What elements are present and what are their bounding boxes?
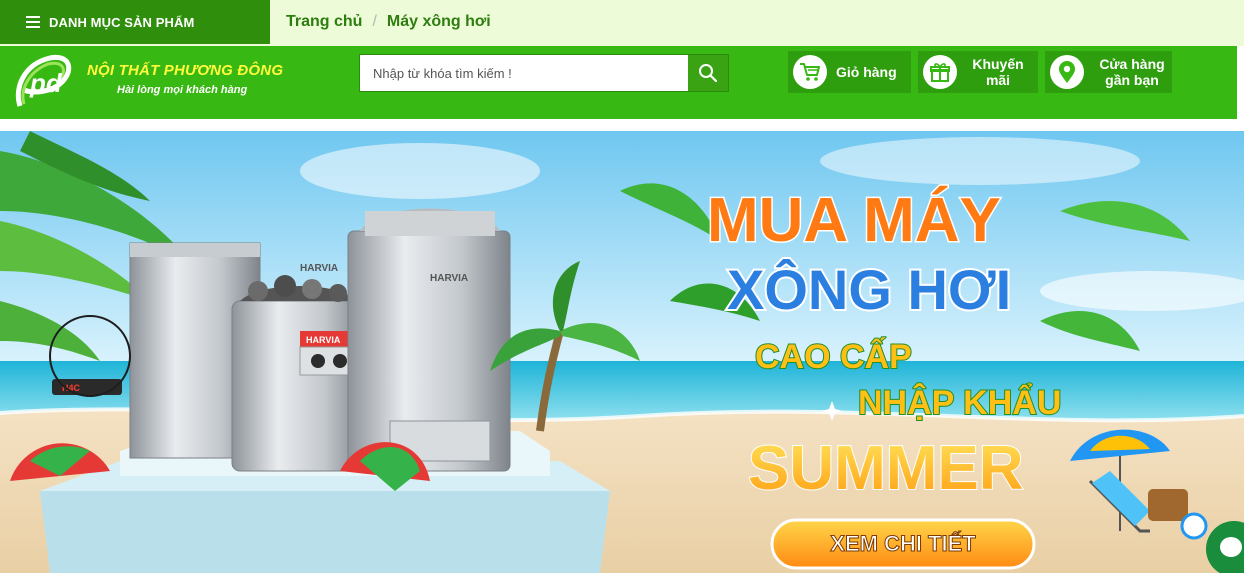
logo-letters: pd — [29, 68, 63, 98]
search-bar — [359, 54, 729, 92]
store-locator-label-line2: gần bạn — [1105, 72, 1159, 88]
promotion-label-line1: Khuyến — [972, 56, 1024, 72]
site-logo[interactable]: pd — [10, 50, 74, 114]
promo-banner[interactable]: H4C HARVIA HARVIA HARVIA MUA MÁY XÔNG HƠ… — [0, 131, 1244, 573]
view-details-button[interactable]: XEM CHI TIẾT — [770, 518, 1036, 570]
heater-brand-label-tall: HARVIA — [430, 273, 468, 284]
gift-icon — [923, 55, 957, 89]
store-locator-button[interactable]: Cửa hàng gần bạn — [1045, 51, 1172, 93]
location-pin-icon — [1050, 55, 1084, 89]
store-locator-label: Cửa hàng gần bạn — [1096, 56, 1168, 88]
search-icon — [699, 64, 718, 83]
brand-name: NỘI THẤT PHƯƠNG ĐÔNG — [87, 62, 284, 79]
breadcrumb-home-link[interactable]: Trang chủ — [286, 13, 362, 31]
category-menu-label: DANH MỤC SẢN PHẨM — [49, 14, 195, 30]
banner-headline-line1: MUA MÁY — [707, 186, 1001, 255]
top-strip: DANH MỤC SẢN PHẨM Trang chủ / Máy xông h… — [0, 0, 1244, 46]
breadcrumb-current: Máy xông hơi — [386, 13, 491, 30]
cart-button[interactable]: Giỏ hàng — [788, 51, 911, 93]
cart-icon — [793, 55, 827, 89]
breadcrumb: Trang chủ / Máy xông hơi — [286, 0, 491, 44]
heater-brand-label-left: HARVIA — [300, 263, 338, 274]
search-button[interactable] — [688, 55, 728, 91]
banner-headline-line3: CAO CẤP — [755, 338, 912, 376]
search-input[interactable] — [360, 55, 688, 91]
view-details-label: XEM CHI TIẾT — [830, 531, 976, 556]
promotion-label: Khuyến mãi — [967, 56, 1029, 88]
banner-artwork: H4C HARVIA HARVIA HARVIA MUA MÁY XÔNG HƠ… — [0, 131, 1244, 573]
breadcrumb-separator: / — [372, 13, 377, 30]
category-menu-button[interactable]: DANH MỤC SẢN PHẨM — [0, 0, 270, 44]
beach-ball — [1180, 512, 1208, 540]
store-locator-label-line1: Cửa hàng — [1099, 56, 1165, 72]
promotion-button[interactable]: Khuyến mãi — [918, 51, 1038, 93]
brand-slogan: Hài lòng mọi khách hàng — [117, 84, 248, 96]
menu-icon — [26, 16, 40, 28]
banner-headline-line4: NHẬP KHẨU — [858, 384, 1061, 422]
heater-brand-label-front: HARVIA — [306, 335, 341, 345]
cart-label: Giỏ hàng — [836, 64, 897, 80]
suitcase — [1148, 489, 1188, 521]
banner-headline-line5: SUMMER — [748, 434, 1024, 503]
banner-headline-line2: XÔNG HƠI — [727, 258, 1011, 321]
promotion-label-line2: mãi — [985, 72, 1011, 88]
